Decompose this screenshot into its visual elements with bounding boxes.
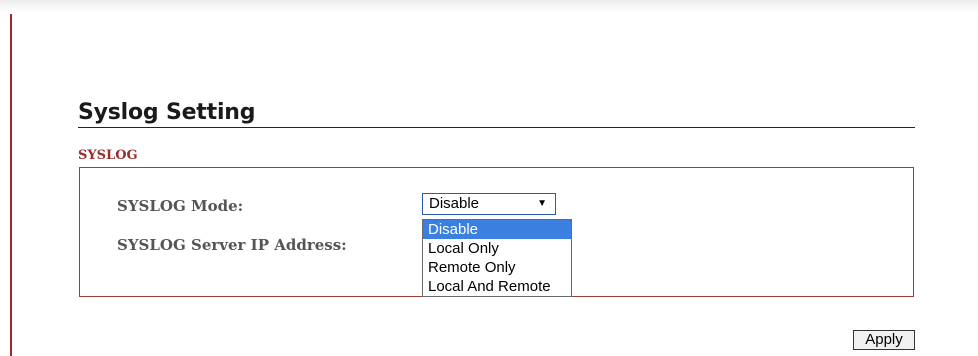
option-disable[interactable]: Disable	[423, 220, 571, 239]
syslog-mode-dropdown-list: Disable Local Only Remote Only Local And…	[422, 219, 572, 297]
option-local-only[interactable]: Local Only	[423, 239, 571, 258]
syslog-mode-label: SYSLOG Mode:	[117, 197, 244, 215]
left-frame-border	[10, 14, 12, 356]
page-title: Syslog Setting	[78, 100, 256, 125]
top-gradient-bar	[0, 0, 978, 12]
title-divider	[78, 127, 915, 128]
apply-button[interactable]: Apply	[853, 330, 915, 350]
chevron-down-icon: ▼	[537, 198, 547, 209]
syslog-mode-select[interactable]: Disable ▼	[422, 193, 556, 215]
syslog-server-ip-label: SYSLOG Server IP Address:	[117, 236, 347, 254]
syslog-mode-selected-value: Disable	[429, 195, 480, 212]
section-label-syslog: SYSLOG	[78, 148, 138, 163]
option-local-and-remote[interactable]: Local And Remote	[423, 277, 571, 296]
option-remote-only[interactable]: Remote Only	[423, 258, 571, 277]
